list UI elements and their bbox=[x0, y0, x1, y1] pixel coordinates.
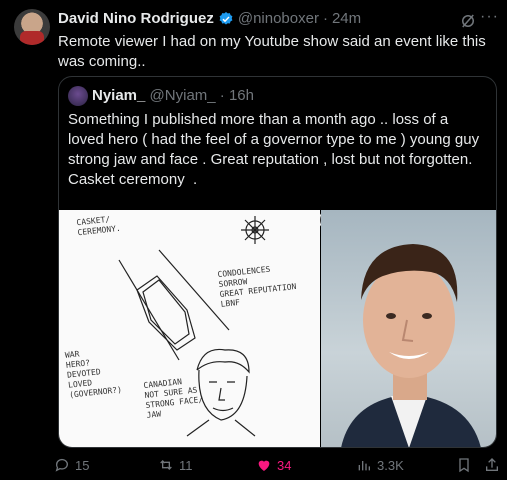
reply-count: 15 bbox=[75, 457, 90, 473]
quoted-author-name[interactable]: Nyiam_ bbox=[92, 87, 145, 104]
quoted-author-handle[interactable]: @Nyiam_ bbox=[150, 87, 216, 104]
sketch-note-condolences: CONDOLENCES SORROW GREAT REPUTATION LBNF bbox=[217, 264, 297, 309]
tweet[interactable]: David Nino Rodriguez @ninoboxer · 24m ··… bbox=[0, 0, 507, 480]
separator-dot: · bbox=[219, 87, 225, 104]
quoted-tweet[interactable]: Nyiam_ @Nyiam_ · 16h Something I publish… bbox=[58, 76, 497, 448]
views-count: 3.3K bbox=[377, 457, 404, 473]
tweet-time[interactable]: 24m bbox=[332, 10, 361, 27]
quoted-header: Nyiam_ @Nyiam_ · 16h bbox=[92, 87, 254, 104]
repost-button[interactable]: 11 bbox=[158, 457, 193, 473]
more-options-icon[interactable]: ··· bbox=[480, 8, 499, 26]
reply-icon bbox=[55, 458, 68, 472]
share-icon bbox=[486, 458, 498, 471]
quoted-time[interactable]: 16h bbox=[229, 87, 254, 104]
portrait-image[interactable] bbox=[321, 210, 496, 447]
like-count: 34 bbox=[277, 457, 292, 473]
like-button[interactable]: 34 bbox=[256, 457, 291, 473]
repost-count: 11 bbox=[179, 457, 193, 473]
action-bar: 15 11 34 3.3K bbox=[0, 457, 507, 475]
sketch-image[interactable]: CASKET/ CEREMONY. CONDOLENCES SORROW GRE… bbox=[59, 210, 320, 447]
verified-badge-icon bbox=[219, 11, 233, 25]
separator-dot: · bbox=[322, 10, 328, 27]
sketch-note-war-hero: WAR HERO? DEVOTED LOVED (GOVERNOR?) bbox=[64, 349, 123, 400]
grok-icon[interactable] bbox=[459, 12, 477, 30]
bookmark-icon bbox=[459, 458, 469, 473]
author-handle[interactable]: @ninoboxer bbox=[238, 10, 319, 27]
quoted-author-avatar[interactable] bbox=[68, 86, 88, 106]
tweet-text: Remote viewer I had on my Youtube show s… bbox=[58, 33, 486, 70]
share-button[interactable] bbox=[484, 457, 500, 473]
portrait-drawing bbox=[341, 244, 481, 447]
reply-button[interactable]: 15 bbox=[54, 457, 89, 473]
bookmark-button[interactable] bbox=[456, 457, 472, 473]
tweet-header: David Nino Rodriguez @ninoboxer · 24m bbox=[58, 10, 361, 27]
author-name[interactable]: David Nino Rodriguez bbox=[58, 10, 214, 27]
heart-icon bbox=[258, 460, 270, 471]
author-avatar[interactable] bbox=[14, 9, 50, 45]
views-icon bbox=[358, 461, 370, 471]
repost-icon bbox=[160, 460, 172, 470]
views-button[interactable]: 3.3K bbox=[356, 457, 404, 473]
sketch-note-canadian: CANADIAN NOT SURE AS STRONG FACE/ JAW bbox=[143, 377, 204, 420]
